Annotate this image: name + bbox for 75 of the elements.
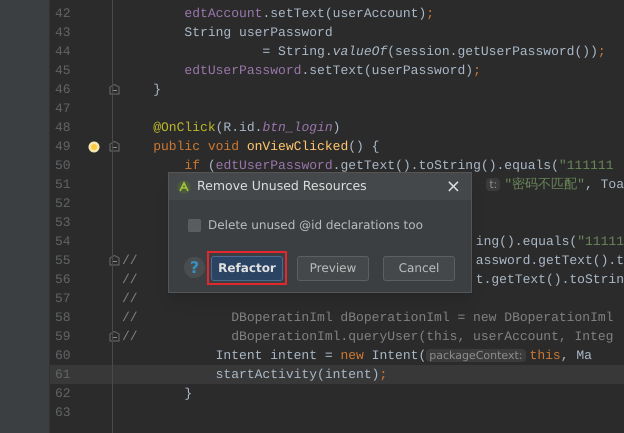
code-token: // (122, 252, 138, 268)
code-token: } (152, 82, 162, 97)
code-token: , Ma (560, 348, 592, 363)
line-number: 52 (55, 194, 72, 213)
code-token: this (530, 348, 561, 363)
code-token: // (122, 272, 138, 287)
code-token: new (340, 348, 365, 363)
code-token: ( (208, 158, 216, 173)
line-number: 44 (55, 42, 72, 61)
line-number: 50 (55, 156, 72, 175)
line-number: 55 (55, 252, 72, 270)
dialog-title: Remove Unused Resources (197, 177, 368, 196)
code-token: assword.getText().t (476, 252, 624, 268)
checkbox[interactable] (188, 218, 201, 232)
code-token: ; (426, 6, 434, 21)
code-token: btn_login (262, 120, 333, 135)
lightbulb-icon[interactable] (88, 140, 100, 152)
line-number: 63 (55, 404, 72, 422)
line-number: 60 (55, 346, 72, 365)
line-number: 49 (55, 138, 72, 156)
line-number: 53 (55, 214, 72, 232)
code-token: edtUserPassword (183, 62, 302, 78)
code-token: String userPassword (183, 24, 333, 40)
code-token: (R.id. (216, 120, 262, 135)
code-token: if (183, 158, 202, 173)
code-token: "11111 (577, 234, 624, 249)
code-token: Intent intent = (214, 348, 334, 363)
code-token: "111111 (558, 158, 614, 173)
line-number: 47 (55, 100, 72, 118)
code-token: public void (152, 138, 240, 154)
code-token: // (122, 290, 138, 306)
code-token: "密码不匹配" (504, 176, 585, 192)
line-number: 54 (55, 232, 72, 251)
code-token: .setText(userAccount) (262, 6, 426, 21)
android-icon (177, 180, 191, 194)
code-token: // DBoperatinIml dBoperationIml = new DBoperationIml (122, 310, 614, 325)
code-token: // dBoperationIml.queryUser(this, userAccount, Integ (122, 328, 614, 344)
line-number: 57 (55, 290, 72, 308)
code-token: valueOf (332, 44, 388, 59)
line-number: 45 (55, 62, 72, 80)
code-token: } (183, 386, 192, 401)
code-token: ) (332, 120, 340, 135)
code-token: startActivity(intent) (214, 366, 380, 382)
code-token: (session.getUserPassword()) (387, 44, 598, 59)
code-token: ; (379, 366, 388, 382)
code-token: ; (473, 62, 481, 78)
dialog-button[interactable]: Cancel (383, 256, 455, 280)
close-button[interactable]: × (444, 178, 463, 196)
code-token: .setText(userPassword) (301, 62, 474, 78)
code-token: , Toa (584, 176, 624, 192)
dialog-button[interactable]: Refactor (211, 256, 283, 280)
code-token: Intent( (372, 348, 426, 363)
line-number: 43 (55, 24, 72, 42)
line-number: 58 (55, 308, 72, 327)
parameter-hint: t: (486, 178, 500, 191)
code-token: ing().equals( (476, 234, 578, 249)
dialog-button[interactable]: Preview (297, 256, 369, 280)
code-token: edtAccount (183, 6, 262, 21)
code-token: onViewClicked (246, 138, 348, 154)
code-token: = String. (261, 44, 333, 59)
code-token: t.getText().toStrin (476, 272, 624, 287)
line-number: 56 (55, 270, 72, 289)
code-token: .getText().toString().equals( (332, 158, 559, 173)
line-number: 59 (55, 328, 72, 346)
parameter-hint: packageContext: (426, 348, 526, 362)
code-token: ; (598, 44, 606, 59)
line-number: 51 (55, 176, 72, 194)
line-number: 46 (55, 80, 72, 99)
line-number: 42 (55, 4, 72, 23)
line-number: 48 (55, 118, 72, 137)
code-token: @OnClick (152, 120, 216, 135)
checkbox-label[interactable]: Delete unused @id declarations too (208, 216, 423, 234)
code-token: () { (348, 138, 380, 154)
code-token: edtUserPassword (216, 158, 333, 173)
line-number: 62 (55, 384, 72, 403)
